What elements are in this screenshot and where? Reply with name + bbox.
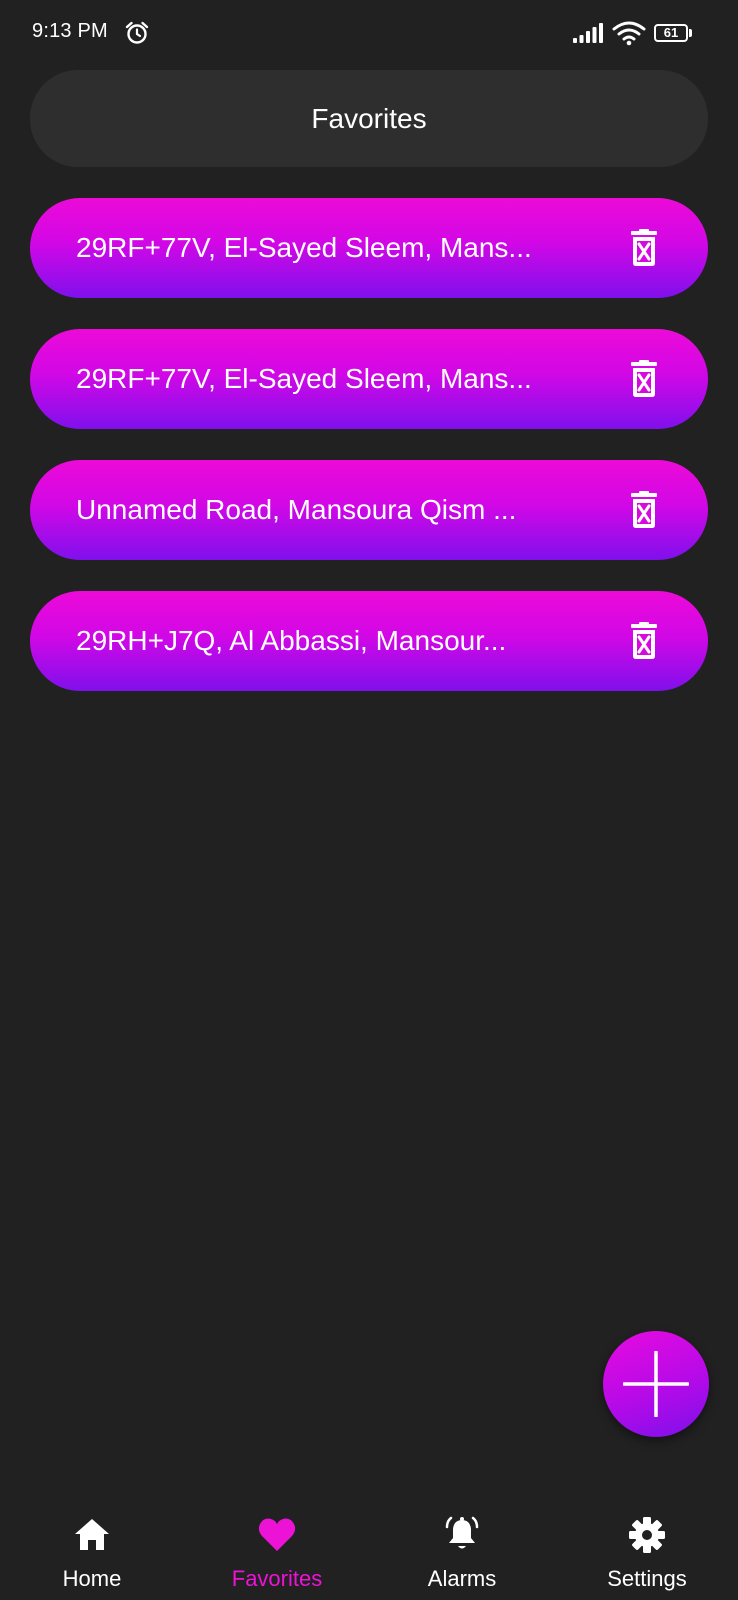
delete-icon [631, 229, 657, 266]
delete-button[interactable] [624, 490, 664, 530]
favorite-address: 29RH+J7Q, Al Abbassi, Mansour... [76, 625, 507, 656]
nav-label-settings: Settings [607, 1566, 687, 1591]
favorites-list: 29RF+77V, El-Sayed Sleem, Mans... 29RF+7… [30, 198, 708, 722]
signal-icon [573, 23, 603, 43]
status-bar: 9:13 PM 61 [0, 0, 738, 68]
plus-icon [623, 1351, 689, 1417]
nav-item-settings[interactable]: Settings [567, 1490, 727, 1600]
delete-button[interactable] [624, 621, 664, 661]
status-time: 9:13 PM [32, 20, 108, 42]
favorite-item[interactable]: Unnamed Road, Mansoura Qism ... [30, 460, 708, 560]
wifi-icon [612, 21, 646, 46]
favorite-address: 29RF+77V, El-Sayed Sleem, Mans... [76, 232, 532, 263]
favorite-address: 29RF+77V, El-Sayed Sleem, Mans... [76, 363, 532, 394]
gear-icon [629, 1517, 665, 1553]
nav-label-favorites: Favorites [231, 1566, 323, 1591]
bottom-navigation: Home Favorites Alarms Settings [0, 1490, 738, 1600]
bell-icon [445, 1516, 479, 1549]
battery-level: 61 [663, 25, 679, 40]
nav-label-alarms: Alarms [427, 1566, 497, 1591]
nav-item-home[interactable]: Home [12, 1490, 172, 1600]
delete-icon [631, 622, 657, 659]
page-title: Favorites [311, 102, 427, 134]
favorite-address: Unnamed Road, Mansoura Qism ... [76, 494, 517, 525]
delete-button[interactable] [624, 228, 664, 268]
battery-icon: 61 [654, 24, 694, 44]
nav-item-alarms[interactable]: Alarms [382, 1490, 542, 1600]
delete-button[interactable] [624, 359, 664, 399]
delete-icon [631, 360, 657, 397]
battery-tip [689, 29, 692, 37]
add-favorite-button[interactable] [603, 1331, 709, 1437]
nav-label-home: Home [62, 1566, 122, 1591]
alarm-clock-icon [125, 21, 149, 44]
favorite-item[interactable]: 29RH+J7Q, Al Abbassi, Mansour... [30, 591, 708, 691]
title-bar: Favorites [30, 70, 708, 167]
favorites-screen: 9:13 PM 61 Favorites 29RF+77V, El-Sayed … [0, 0, 738, 1600]
delete-icon [631, 491, 657, 528]
favorite-item[interactable]: 29RF+77V, El-Sayed Sleem, Mans... [30, 198, 708, 298]
home-icon [75, 1519, 109, 1550]
nav-item-favorites[interactable]: Favorites [197, 1490, 357, 1600]
favorite-item[interactable]: 29RF+77V, El-Sayed Sleem, Mans... [30, 329, 708, 429]
heart-icon [258, 1518, 296, 1551]
